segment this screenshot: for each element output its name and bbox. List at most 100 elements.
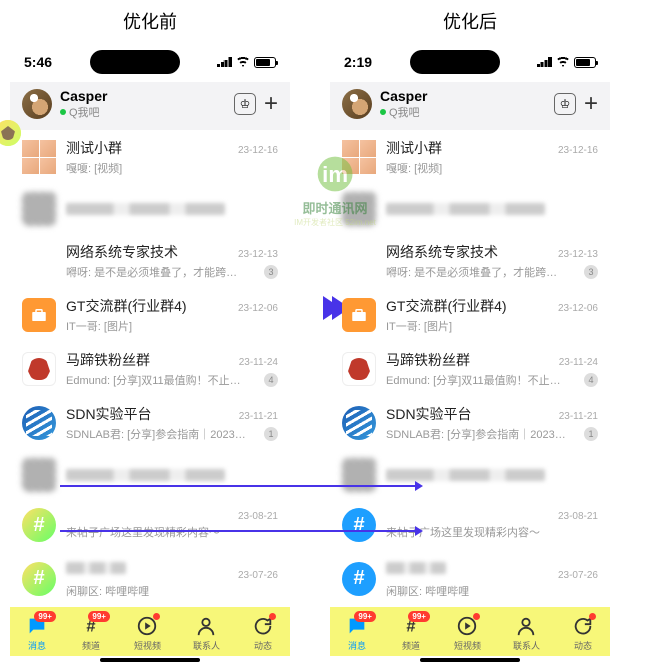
tab-label: 短视频 <box>454 639 481 652</box>
conversation-title: GT交流群(行业群4) <box>386 296 507 316</box>
app-header: Casper Q我吧 ♔ + <box>10 82 290 130</box>
conversation-item[interactable]: #23-08-21来帖子广场这里发现精彩内容～ <box>330 500 610 550</box>
conversation-title <box>66 558 126 581</box>
notification-dot <box>153 613 160 620</box>
conversation-item[interactable] <box>330 184 610 234</box>
conversation-avatar[interactable] <box>22 192 56 226</box>
conversation-time: 23-12-16 <box>238 145 278 156</box>
conversation-item[interactable]: 测试小群 23-12-16 嘎嗄: [视频] <box>10 130 290 184</box>
conversation-item[interactable]: 网络系统专家技术 23-12-13 嘚呀: 是不是必须堆叠了，才能跨交换机… 3 <box>10 234 290 288</box>
conversation-time: 23-08-21 <box>238 511 278 522</box>
conversation-item[interactable]: #23-08-21来帖子广场这里发现精彩内容～ <box>10 500 290 550</box>
app-header: Casper Q我吧 ♔ + <box>330 82 610 130</box>
user-avatar[interactable] <box>342 89 372 119</box>
chat-icon: 99+ <box>26 615 48 637</box>
conversation-preview: IT一哥: [图片] <box>66 318 132 334</box>
conversation-avatar[interactable] <box>342 192 376 226</box>
tab-label: 消息 <box>348 639 366 652</box>
conversation-avatar[interactable] <box>22 458 56 492</box>
play-icon <box>136 615 158 637</box>
add-button[interactable]: + <box>584 90 598 118</box>
tab-person[interactable]: 联系人 <box>513 615 540 652</box>
conversation-list: 测试小群23-12-16嘎嗄: [视频]网络系统专家技术23-12-13嘚呀: … <box>330 130 610 607</box>
conversation-item[interactable] <box>10 184 290 234</box>
unread-badge: 1 <box>584 427 598 441</box>
hash-icon[interactable]: # <box>342 508 376 542</box>
conversation-avatar[interactable] <box>342 298 376 332</box>
hash-icon: #99+ <box>80 615 102 637</box>
tab-refresh[interactable]: 动态 <box>572 615 594 652</box>
tab-label: 频道 <box>402 639 420 652</box>
conversation-item[interactable]: SDN实验平台23-11-21SDNLAB君: [分享]参会指南｜2023第六届… <box>10 396 290 450</box>
conversation-item[interactable]: #23-07-26闲聊区: 哔哩哔哩 <box>10 550 290 607</box>
tab-chat[interactable]: 99+消息 <box>346 615 368 652</box>
tab-label: 联系人 <box>513 639 540 652</box>
tab-play[interactable]: 短视频 <box>134 615 161 652</box>
conversation-title: 网络系统专家技术 <box>66 242 178 262</box>
unread-badge: 1 <box>264 427 278 441</box>
hash-icon[interactable]: # <box>22 562 56 596</box>
crown-icon[interactable]: ♔ <box>554 93 576 115</box>
tab-refresh[interactable]: 动态 <box>252 615 274 652</box>
conversation-item[interactable]: SDN实验平台23-11-21SDNLAB君: [分享]参会指南｜2023第六届… <box>330 396 610 450</box>
conversation-preview: SDNLAB君: [分享]参会指南｜2023第六届… <box>386 426 566 442</box>
conversation-avatar[interactable] <box>22 352 56 386</box>
hash-icon[interactable]: # <box>22 508 56 542</box>
phone-after: 2:19 Casper Q我吧 ♔ + 测试小群23-12-16嘎嗄: [视频]… <box>330 42 610 662</box>
hash-icon[interactable]: # <box>342 562 376 596</box>
notification-dot <box>473 613 480 620</box>
unread-badge: 4 <box>264 373 278 387</box>
conversation-title: 测试小群 <box>66 138 122 158</box>
tab-label: 短视频 <box>134 639 161 652</box>
crown-icon[interactable]: ♔ <box>234 93 256 115</box>
conversation-time: 23-12-16 <box>558 145 598 156</box>
conversation-time: 23-07-26 <box>558 570 598 581</box>
conversation-title: 马蹄铁粉丝群 <box>386 350 470 370</box>
label-before: 优化前 <box>10 0 290 42</box>
tab-label: 动态 <box>254 639 272 652</box>
hash-icon: #99+ <box>400 615 422 637</box>
tab-bar: 99+消息 #99+ 频道 短视频 联系人 动态 <box>330 607 610 656</box>
tab-hash[interactable]: #99+ 频道 <box>80 615 102 652</box>
conversation-avatar[interactable] <box>22 406 56 440</box>
conversation-preview: 嘚呀: 是不是必须堆叠了，才能跨交换机… <box>66 264 246 280</box>
conversation-preview: 嘎嗄: [视频] <box>386 160 442 176</box>
tab-play[interactable]: 短视频 <box>454 615 481 652</box>
conversation-avatar[interactable] <box>342 406 376 440</box>
tab-person[interactable]: 联系人 <box>193 615 220 652</box>
refresh-icon <box>572 615 594 637</box>
conversation-preview: SDNLAB君: [分享]参会指南｜2023第六届… <box>66 426 246 442</box>
conversation-time: 23-12-06 <box>238 303 278 314</box>
conversation-avatar[interactable] <box>342 140 376 174</box>
conversation-title <box>386 558 446 581</box>
conversation-title: 马蹄铁粉丝群 <box>66 350 150 370</box>
conversation-avatar[interactable] <box>342 352 376 386</box>
conversation-item[interactable] <box>10 450 290 500</box>
conversation-item[interactable]: 马蹄铁粉丝群23-11-24Edmund: [分享]双11最值购！不止实现喝…4 <box>10 342 290 396</box>
conversation-time: 23-11-24 <box>559 357 598 368</box>
unread-badge: 3 <box>264 265 278 279</box>
battery-icon <box>254 57 276 68</box>
conversation-item[interactable]: 网络系统专家技术23-12-13嘚呀: 是不是必须堆叠了，才能跨交换机…3 <box>330 234 610 288</box>
conversation-item[interactable]: GT交流群(行业群4)23-12-06IT一哥: [图片] <box>330 288 610 342</box>
user-name: Casper <box>60 88 226 104</box>
tab-chat[interactable]: 99+消息 <box>26 615 48 652</box>
conversation-preview: 嘎嗄: [视频] <box>66 160 122 176</box>
status-bar: 5:46 <box>10 42 290 82</box>
conversation-time: 23-11-24 <box>239 357 278 368</box>
tab-label: 频道 <box>82 639 100 652</box>
conversation-avatar[interactable] <box>22 140 56 174</box>
tab-hash[interactable]: #99+ 频道 <box>400 615 422 652</box>
conversation-item[interactable]: 测试小群23-12-16嘎嗄: [视频] <box>330 130 610 184</box>
conversation-item[interactable] <box>330 450 610 500</box>
unread-badge: 4 <box>584 373 598 387</box>
conversation-item[interactable]: 马蹄铁粉丝群23-11-24Edmund: [分享]双11最值购！不止实现喝…4 <box>330 342 610 396</box>
conversation-time: 23-12-13 <box>238 249 278 260</box>
conversation-avatar[interactable] <box>22 298 56 332</box>
add-button[interactable]: + <box>264 90 278 118</box>
tab-bar: 99+消息 #99+ 频道 短视频 联系人动态 <box>10 607 290 656</box>
conversation-item[interactable]: GT交流群(行业群4)23-12-06IT一哥: [图片] <box>10 288 290 342</box>
conversation-item[interactable]: #23-07-26闲聊区: 哔哩哔哩 <box>330 550 610 607</box>
user-status: Q我吧 <box>380 104 546 120</box>
user-avatar[interactable] <box>22 89 52 119</box>
